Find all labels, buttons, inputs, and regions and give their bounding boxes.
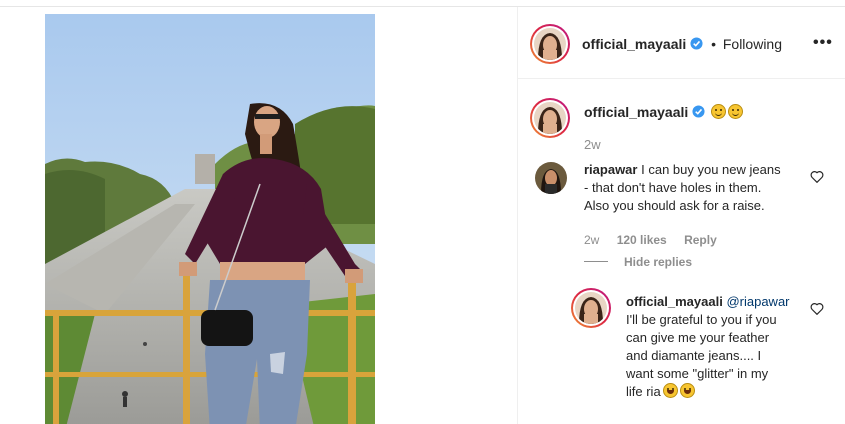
heart-icon[interactable] xyxy=(810,302,824,315)
post-photo-image xyxy=(45,14,375,424)
reply-mention[interactable]: @riapawar xyxy=(726,294,789,309)
caption-line: official_mayaali xyxy=(584,104,744,120)
comment-meta: 2w 120 likes Reply xyxy=(584,233,731,247)
comment-likes[interactable]: 120 likes xyxy=(617,233,667,247)
post-header: official_mayaali • Following ••• xyxy=(518,7,845,79)
comments-panel: official_mayaali • Following ••• officia… xyxy=(518,7,845,424)
comment-text-3: Also you should ask for a raise. xyxy=(584,198,765,213)
reply-username[interactable]: official_mayaali xyxy=(626,294,723,309)
hide-replies-line xyxy=(584,261,608,262)
laughing-emoji-icon xyxy=(679,383,695,398)
laughing-emoji-icon xyxy=(662,383,678,398)
comment-text-1: I can buy you new jeans xyxy=(641,162,781,177)
reply-line-1: official_mayaali @riapawar xyxy=(626,293,806,311)
reply-text-2: can give me your feather xyxy=(626,330,770,345)
author-avatar[interactable] xyxy=(530,24,570,64)
author-avatar-image xyxy=(534,28,566,60)
commenter-avatar[interactable] xyxy=(535,162,567,194)
reply-avatar-image xyxy=(575,292,607,324)
caption-avatar-image xyxy=(534,102,566,134)
comment-text-2: - that don't have holes in them. xyxy=(584,180,762,195)
header-author-username[interactable]: official_mayaali xyxy=(582,36,686,52)
comment-line-1: riapawar I can buy you new jeans xyxy=(584,161,814,179)
reply-text-1: I'll be grateful to you if you xyxy=(626,312,777,327)
post-photo[interactable] xyxy=(45,14,375,424)
commenter-avatar-image xyxy=(535,162,567,194)
hide-replies-button[interactable]: Hide replies xyxy=(624,255,692,269)
reply-avatar[interactable] xyxy=(571,288,611,328)
reply-text-3: and diamante jeans.... I xyxy=(626,348,762,363)
caption-username[interactable]: official_mayaali xyxy=(584,104,688,120)
reply-body: official_mayaali @riapawar I'll be grate… xyxy=(626,293,806,401)
photo-panel xyxy=(0,7,517,424)
follow-separator: • xyxy=(711,36,716,52)
comment-username[interactable]: riapawar xyxy=(584,162,637,177)
verified-badge-icon xyxy=(692,105,705,118)
verified-badge-icon xyxy=(690,37,703,50)
comment-reply-button[interactable]: Reply xyxy=(684,233,717,247)
reply-text-5: life ria xyxy=(626,384,661,399)
smile-emoji-icon xyxy=(711,104,727,119)
following-button[interactable]: Following xyxy=(723,36,782,52)
heart-icon[interactable] xyxy=(810,170,824,183)
smile-emoji-icon xyxy=(728,104,744,119)
header-author-line: official_mayaali • Following xyxy=(582,36,782,52)
caption-timestamp[interactable]: 2w xyxy=(584,137,601,152)
reply-text-4: want some "glitter" in my xyxy=(626,366,769,381)
comment-timestamp[interactable]: 2w xyxy=(584,233,599,247)
caption-avatar[interactable] xyxy=(530,98,570,138)
comment-body: riapawar I can buy you new jeans - that … xyxy=(584,161,814,215)
more-options-icon[interactable]: ••• xyxy=(813,34,835,51)
reply-text-5-line: life ria xyxy=(626,383,806,401)
